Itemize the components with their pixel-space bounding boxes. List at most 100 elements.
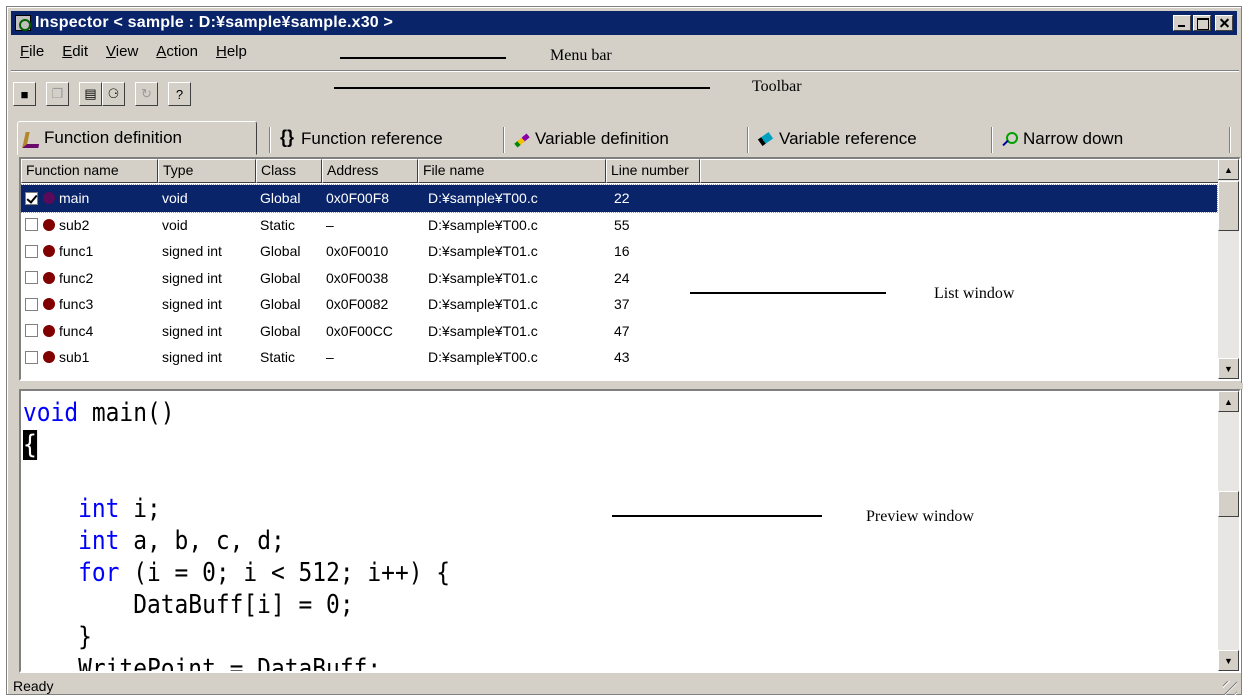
cell-class: Global	[260, 190, 301, 207]
refresh-button[interactable]: ↻	[135, 82, 158, 106]
list-window: Function name Type Class Address File name Li…	[19, 157, 1241, 381]
row-checkbox[interactable]	[25, 297, 38, 311]
cell-class: Static	[260, 216, 296, 233]
code-line: int a, b, c, d;	[78, 526, 285, 556]
list-window-annotation: List window	[934, 285, 1015, 302]
scroll-down-button[interactable]: ▼	[1218, 650, 1239, 671]
cell-function-name: sub2	[59, 216, 90, 233]
code-line: int i;	[78, 494, 161, 524]
code-line: {	[23, 430, 37, 460]
wrench-icon	[22, 129, 40, 147]
copy-button[interactable]: ❐	[46, 82, 69, 106]
function-icon	[43, 298, 55, 311]
tab-divider	[269, 127, 271, 153]
menu-bar-annotation-line	[340, 57, 506, 59]
tab-label: Function definition	[44, 128, 182, 147]
tab-narrow-down[interactable]: Narrow down	[997, 124, 1227, 154]
save-icon: ■	[20, 86, 29, 102]
row-checkbox[interactable]	[25, 191, 38, 205]
scroll-up-button[interactable]: ▲	[1218, 391, 1239, 412]
row-checkbox[interactable]	[25, 324, 38, 338]
table-row[interactable]: func2 signed int Global 0x0F0038 D:¥sample¥T…	[21, 265, 1217, 292]
properties-button[interactable]: ▤	[79, 82, 102, 106]
column-header-type[interactable]: Type	[158, 159, 256, 183]
tab-label: Variable reference	[779, 129, 917, 148]
menu-bar-annotation: Menu bar	[550, 47, 612, 64]
table-row[interactable]: main void Global 0x0F00F8 D:¥sample¥T00.c 22	[21, 184, 1218, 213]
toolbar-annotation-line	[334, 87, 710, 89]
title-bar[interactable]: Inspector < sample : D:¥sample¥sample.x3…	[11, 11, 1237, 35]
cell-class: Global	[260, 296, 301, 313]
resize-grip-icon[interactable]	[1223, 681, 1237, 695]
row-checkbox[interactable]	[25, 218, 38, 232]
code-line: for (i = 0; i < 512; i++) {	[78, 558, 451, 588]
scroll-thumb[interactable]	[1218, 181, 1239, 231]
list-window-annotation-line	[690, 292, 886, 294]
help-button[interactable]: ?	[168, 82, 191, 106]
preview-window[interactable]: void main(){ int i; int a, b, c, d; for …	[19, 389, 1241, 673]
column-header-line-number[interactable]: Line number	[606, 159, 700, 183]
cell-function-name: main	[59, 190, 158, 207]
menu-bar: File Edit View Action Help	[11, 39, 256, 63]
close-button[interactable]	[1215, 15, 1233, 31]
down-arrow-icon: ▼	[1224, 655, 1233, 666]
table-row[interactable]: sub2 void Static – D:¥sample¥T00.c 55	[21, 212, 1217, 239]
table-row[interactable]: sub1 signed int Static – D:¥sample¥T00.c 43	[21, 344, 1217, 371]
minimize-button[interactable]	[1173, 15, 1191, 31]
find-icon: ⚆	[107, 86, 120, 101]
menu-help[interactable]: Help	[207, 43, 256, 60]
inspector-window: Inspector < sample : D:¥sample¥sample.x3…	[6, 6, 1243, 695]
cell-line-number: 55	[614, 216, 630, 233]
tab-variable-reference[interactable]: Variable reference	[753, 124, 993, 154]
tab-strip: Function definition Function reference Var…	[17, 121, 1235, 157]
cell-address: –	[326, 349, 334, 366]
row-checkbox[interactable]	[25, 271, 38, 285]
function-icon	[43, 192, 55, 205]
source-code[interactable]: void main(){ int i; int a, b, c, d; for …	[23, 397, 451, 671]
cell-type: signed int	[162, 322, 222, 339]
row-checkbox[interactable]	[25, 350, 38, 364]
tab-label: Narrow down	[1023, 129, 1124, 148]
menu-view[interactable]: View	[97, 43, 147, 60]
preview-scrollbar[interactable]: ▲ ▼	[1218, 391, 1239, 671]
app-icon[interactable]	[15, 15, 31, 31]
scroll-down-button[interactable]: ▼	[1218, 358, 1239, 379]
cell-file-name: D:¥sample¥T01.c	[428, 322, 538, 339]
window-title: Inspector < sample : D:¥sample¥sample.x3…	[35, 14, 394, 31]
cell-address: –	[326, 216, 334, 233]
function-icon	[43, 324, 55, 337]
table-row[interactable]: func1 signed int Global 0x0F0010 D:¥sample¥T…	[21, 238, 1217, 265]
tab-divider	[747, 127, 749, 153]
row-checkbox[interactable]	[25, 244, 38, 258]
menu-action[interactable]: Action	[147, 43, 207, 60]
cell-type: void	[162, 190, 188, 207]
list-scrollbar[interactable]: ▲ ▼	[1218, 159, 1239, 379]
tab-function-reference[interactable]: Function reference	[275, 124, 503, 154]
cell-file-name: D:¥sample¥T01.c	[428, 296, 538, 313]
cell-line-number: 24	[614, 269, 630, 286]
column-header-class[interactable]: Class	[256, 159, 322, 183]
find-button[interactable]: ⚆	[102, 82, 125, 106]
menu-file[interactable]: File	[11, 43, 53, 60]
table-row[interactable]: func4 signed int Global 0x0F00CC D:¥sample¥T…	[21, 318, 1217, 345]
column-header-file-name[interactable]: File name	[418, 159, 606, 183]
column-header-function-name[interactable]: Function name	[21, 159, 158, 183]
menu-edit[interactable]: Edit	[53, 43, 97, 60]
table-row[interactable]: func3 signed int Global 0x0F0082 D:¥sample¥T…	[21, 291, 1217, 318]
scroll-thumb[interactable]	[1218, 491, 1239, 517]
tab-divider	[503, 127, 505, 153]
maximize-button[interactable]	[1193, 15, 1211, 31]
tab-function-definition[interactable]: Function definition	[17, 121, 257, 155]
column-header-address[interactable]: Address	[322, 159, 418, 183]
scroll-up-button[interactable]: ▲	[1218, 159, 1239, 180]
cell-class: Global	[260, 269, 301, 286]
function-icon	[43, 271, 55, 284]
copy-icon: ❐	[51, 86, 64, 101]
cell-class: Static	[260, 349, 296, 366]
tab-variable-definition[interactable]: Variable definition	[509, 124, 747, 154]
function-list: main void Global 0x0F00F8 D:¥sample¥T00.c 22 s…	[21, 184, 1218, 371]
cell-address: 0x0F0038	[326, 269, 389, 286]
save-button[interactable]: ■	[13, 82, 36, 106]
properties-icon: ▤	[84, 86, 97, 101]
